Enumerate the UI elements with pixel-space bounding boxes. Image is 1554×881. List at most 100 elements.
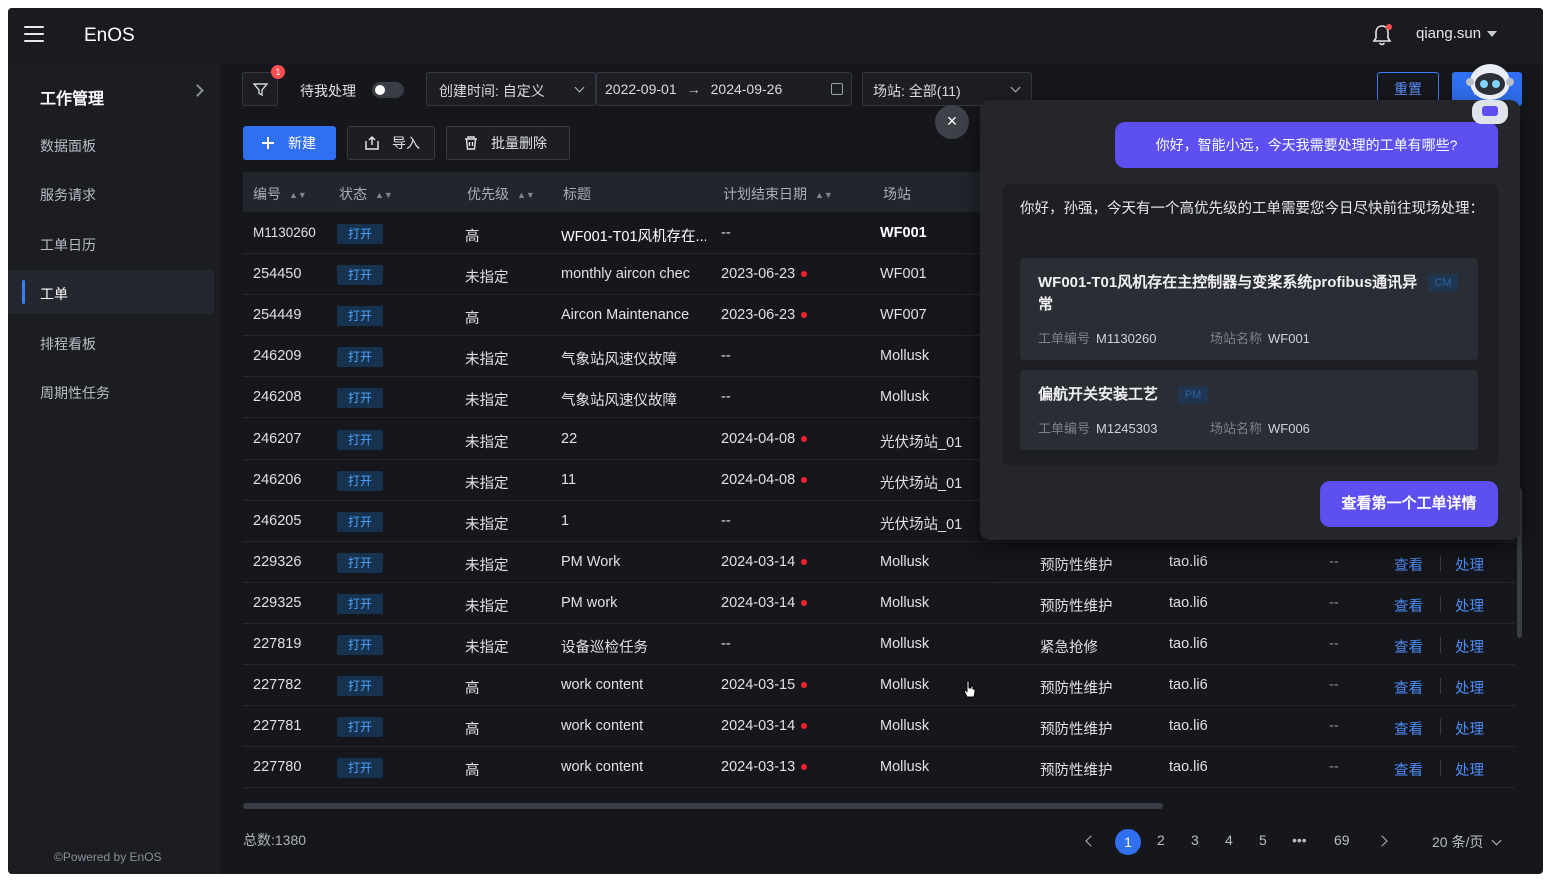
page-5[interactable]: 5 xyxy=(1259,832,1267,848)
prev-page-icon[interactable] xyxy=(1085,835,1097,847)
page-4[interactable]: 4 xyxy=(1225,832,1233,848)
sidebar-item-calendar[interactable]: 工单日历 xyxy=(8,221,214,265)
status-badge: 打开 xyxy=(337,388,383,409)
cell-id: 246208 xyxy=(253,389,302,406)
handle-link[interactable]: 处理 xyxy=(1455,759,1484,780)
header-status[interactable]: 状态 ▲▼ xyxy=(339,184,393,204)
header-priority[interactable]: 优先级 ▲▼ xyxy=(467,184,535,204)
table-row[interactable]: 227782 打开 高 work content 2024-03-15 Mollusk 预防… xyxy=(243,665,1515,707)
handle-link[interactable]: 处理 xyxy=(1455,595,1484,616)
new-button[interactable]: 新建 xyxy=(243,126,336,160)
work-order-site: 场站名称 WF006 xyxy=(1210,421,1310,436)
cell-priority: 未指定 xyxy=(465,557,509,574)
sidebar-section-header[interactable]: 工作管理 xyxy=(8,74,220,114)
status-badge: 打开 xyxy=(337,635,383,655)
header-end-date[interactable]: 计划结束日期 ▲▼ xyxy=(723,184,833,204)
handle-link[interactable]: 处理 xyxy=(1455,677,1484,698)
page-2[interactable]: 2 xyxy=(1157,832,1165,848)
view-link[interactable]: 查看 xyxy=(1394,554,1423,575)
header-id[interactable]: 编号 ▲▼ xyxy=(253,184,307,204)
status-badge: 打开 xyxy=(337,511,383,532)
status-badge: 打开 xyxy=(337,552,383,573)
user-menu[interactable]: qiang.sun xyxy=(1416,25,1498,42)
view-link[interactable]: 查看 xyxy=(1394,718,1423,739)
next-page-icon[interactable] xyxy=(1376,835,1388,847)
cell-end-date: -- xyxy=(721,348,731,364)
end-date-value: -- xyxy=(721,348,731,365)
cell-owner: tao.li6 xyxy=(1169,759,1208,776)
sidebar-item-label: 工单日历 xyxy=(40,237,96,253)
sort-icon: ▲▼ xyxy=(375,190,393,201)
cell-priority: 高 xyxy=(465,763,480,780)
chevron-down-icon xyxy=(1487,31,1498,38)
chevron-down-icon xyxy=(574,82,585,93)
sidebar-item-label: 服务请求 xyxy=(40,187,96,203)
page-ellipsis[interactable]: ••• xyxy=(1292,832,1307,848)
action-divider xyxy=(1440,595,1441,612)
plus-icon xyxy=(262,137,274,149)
cell-type: 预防性维护 xyxy=(1040,557,1113,574)
cell-priority: 未指定 xyxy=(465,393,509,410)
work-order-title: WF001-T01风机存在主控制器与变桨系统profibus通讯异常 xyxy=(1038,274,1418,313)
handle-link[interactable]: 处理 xyxy=(1455,554,1484,575)
page-1[interactable]: 1 xyxy=(1115,829,1141,855)
status-badge: 打开 xyxy=(337,429,383,450)
overdue-dot-icon xyxy=(801,723,808,730)
sidebar-item-work-orders[interactable]: 工单 xyxy=(8,270,214,314)
page-69[interactable]: 69 xyxy=(1334,832,1350,848)
work-order-card[interactable]: WF001-T01风机存在主控制器与变桨系统profibus通讯异常 CM 工单… xyxy=(1020,258,1478,360)
handle-link[interactable]: 处理 xyxy=(1455,718,1484,739)
cell-extra: -- xyxy=(1329,594,1339,611)
date-start: 2022-09-01 xyxy=(605,81,677,97)
sidebar-item-service-requests[interactable]: 服务请求 xyxy=(8,171,214,215)
filter-icon xyxy=(253,83,268,97)
table-row[interactable]: 227781 打开 高 work content 2024-03-14 Mollusk 预防… xyxy=(243,706,1515,748)
end-date-value: 2024-03-14 xyxy=(721,594,796,611)
sidebar-item-label: 周期性任务 xyxy=(40,385,110,401)
status-badge: 打开 xyxy=(337,265,383,286)
import-button[interactable]: 导入 xyxy=(347,126,435,160)
cell-site: WF001 xyxy=(880,266,927,283)
work-order-card[interactable]: 偏航开关安装工艺 PM 工单编号 M1245303 场站名称 WF006 xyxy=(1020,370,1478,450)
bulk-delete-button[interactable]: 批量删除 xyxy=(446,126,570,160)
view-link[interactable]: 查看 xyxy=(1394,636,1423,657)
bell-icon[interactable] xyxy=(1372,24,1392,46)
table-row[interactable]: 229326 打开 未指定 PM Work 2024-03-14 Mollusk 预防性维护… xyxy=(243,542,1515,583)
cell-title: 11 xyxy=(561,471,577,488)
page-3[interactable]: 3 xyxy=(1191,832,1199,848)
cell-site: Mollusk xyxy=(880,636,930,652)
sidebar-item-schedule-board[interactable]: 排程看板 xyxy=(8,320,214,364)
status-badge: 打开 xyxy=(337,717,383,738)
table-row[interactable]: 227780 打开 高 work content 2024-03-13 Mollusk 预防… xyxy=(243,747,1515,789)
cell-title: 22 xyxy=(561,430,578,447)
filter-button[interactable]: 1 xyxy=(242,65,285,106)
horizontal-scrollbar[interactable] xyxy=(243,803,1163,809)
chevron-down-icon xyxy=(1010,82,1021,93)
menu-icon[interactable] xyxy=(24,26,44,42)
table-row[interactable]: 227819 打开 未指定 设备巡检任务 -- Mollusk 紧急抢修 tao.li6 -- 查… xyxy=(243,624,1515,665)
view-first-order-button[interactable]: 查看第一个工单详情 xyxy=(1320,481,1498,527)
sidebar-item-label: 数据面板 xyxy=(40,138,96,154)
new-button-label: 新建 xyxy=(288,135,316,151)
robot-assistant-icon[interactable] xyxy=(1458,58,1522,128)
pending-toggle[interactable] xyxy=(372,82,404,98)
work-order-site: 场站名称 WF001 xyxy=(1210,331,1310,346)
action-divider xyxy=(1440,760,1441,777)
date-range-picker[interactable]: 2022-09-01 → 2024-09-26 xyxy=(596,72,852,106)
close-assistant-button[interactable]: × xyxy=(935,105,969,139)
handle-link[interactable]: 处理 xyxy=(1455,636,1484,657)
view-link[interactable]: 查看 xyxy=(1394,595,1423,616)
view-link[interactable]: 查看 xyxy=(1394,677,1423,698)
sidebar-item-dashboard[interactable]: 数据面板 xyxy=(8,122,214,166)
cell-priority: 未指定 xyxy=(465,352,509,369)
sort-icon: ▲▼ xyxy=(517,190,535,201)
create-time-select[interactable]: 创建时间: 自定义 xyxy=(426,72,596,106)
sidebar-item-recurring-tasks[interactable]: 周期性任务 xyxy=(8,369,214,413)
overdue-dot-icon xyxy=(801,435,808,442)
cell-id: 254449 xyxy=(253,307,302,324)
bot-message-card: 你好，孙强，今天有一个高优先级的工单需要您今日尽快前往现场处理： WF001-T… xyxy=(1002,184,1498,466)
end-date-value: -- xyxy=(721,636,731,652)
table-row[interactable]: 229325 打开 未指定 PM work 2024-03-14 Mollusk 预防性维护… xyxy=(243,583,1515,624)
page-size-select[interactable]: 20 条/页 xyxy=(1432,832,1502,852)
view-link[interactable]: 查看 xyxy=(1394,759,1423,780)
